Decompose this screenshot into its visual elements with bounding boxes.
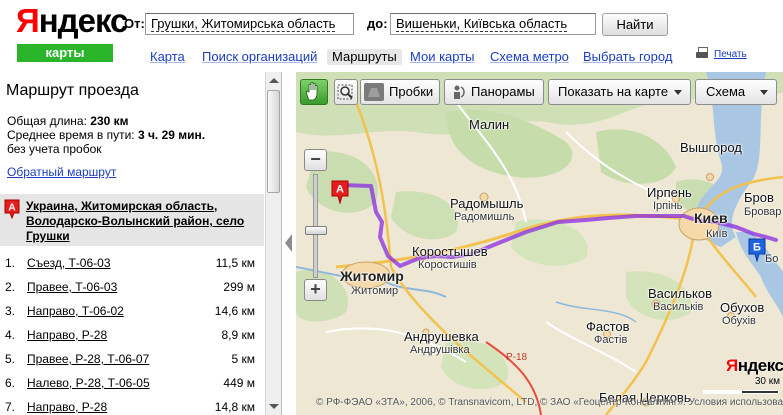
map-label-radomyshl-ua: Радомишль — [454, 211, 515, 223]
traffic-icon — [364, 83, 384, 101]
map-label-andrushivka: Андрушівка — [410, 344, 470, 356]
marker-a-icon: А — [4, 199, 20, 219]
scroll-down-icon[interactable] — [269, 404, 279, 409]
map-label-brovary: Бров — [744, 190, 774, 205]
to-label: до: — [367, 16, 388, 31]
from-label: От: — [124, 16, 145, 31]
marker-a-icon[interactable]: А — [331, 180, 349, 204]
map-type-dropdown[interactable]: Схема — [695, 79, 777, 105]
magnifier-tool-button[interactable] — [334, 79, 358, 105]
find-button[interactable]: Найти — [602, 13, 668, 36]
collapse-panel-icon[interactable] — [285, 234, 292, 252]
svg-text:Б: Б — [753, 242, 761, 254]
map-view[interactable]: Малин Вышгород Ирпень Ірпінь Радомышль Р… — [296, 72, 783, 415]
yandex-logo[interactable]: Яндекс — [16, 2, 128, 40]
map-label-kyiv: Київ — [706, 228, 728, 240]
route-panel: Маршрут проезда Общая длина: 230 км Сред… — [0, 72, 282, 415]
header: Яндекс карты От: Грушки, Житомирська обл… — [0, 0, 783, 72]
zoom-in-button[interactable]: + — [304, 279, 327, 301]
map-label-andrushevka: Андрушевка — [404, 329, 479, 344]
svg-text:А: А — [8, 203, 15, 214]
map-label-korostyshiv: Коростишів — [418, 259, 477, 271]
map-label-malin: Малин — [469, 117, 510, 132]
scroll-up-icon[interactable] — [269, 78, 279, 83]
drag-tool-button[interactable] — [300, 79, 328, 105]
scroll-thumb[interactable] — [267, 90, 280, 193]
panel-title: Маршрут проезда — [6, 82, 139, 99]
panoramas-button[interactable]: Панорамы — [444, 79, 544, 105]
map-label-zhitomir: Житомир — [340, 268, 404, 284]
map-label-vasylkiv: Васильків — [653, 301, 704, 313]
svg-text:А: А — [336, 184, 344, 196]
route-step[interactable]: 7. Направо, Р-28 14,8 км — [0, 400, 264, 415]
route-step[interactable]: 1. Съезд, Т-06-03 11,5 км — [0, 256, 264, 272]
map-label-kiev: Киев — [694, 210, 728, 226]
route-step[interactable]: 5. Правее, Р-28, Т-06-07 5 км — [0, 352, 264, 368]
nav-metro[interactable]: Схема метро — [490, 49, 569, 65]
map-label-bo: Бо — [765, 253, 779, 265]
nav-routes[interactable]: Маршруты — [327, 49, 402, 65]
reverse-route-link[interactable]: Обратный маршрут — [7, 165, 116, 179]
chevron-down-icon — [760, 90, 768, 95]
map-label-korostyshev: Коростышев — [412, 244, 488, 259]
nav-my-maps[interactable]: Мои карты — [410, 49, 475, 65]
magnifier-icon — [337, 84, 353, 100]
start-point[interactable]: А Украина, Житомирская область, Володарс… — [0, 194, 264, 246]
scale-bar — [703, 390, 779, 394]
zoom-out-button[interactable]: − — [304, 149, 327, 171]
map-yandex-logo: Яндекс — [726, 356, 783, 375]
map-label-brovary-ua: Бровар — [744, 206, 782, 218]
show-on-map-dropdown[interactable]: Показать на карте — [548, 79, 691, 105]
map-label-vasilkov: Васильков — [648, 286, 712, 301]
map-background — [296, 72, 783, 415]
map-label-radomyshl: Радомышль — [450, 196, 524, 211]
nav-map[interactable]: Карта — [150, 49, 185, 65]
zoom-slider-thumb[interactable] — [305, 226, 327, 235]
map-label-obukhov: Обухов — [720, 300, 765, 315]
map-label-obukhiv: Обухів — [722, 315, 756, 327]
hand-icon — [306, 81, 318, 101]
map-label-fastov: Фастов — [586, 319, 630, 334]
route-step[interactable]: 2. Правее, Т-06-03 299 м — [0, 280, 264, 296]
from-input[interactable]: Грушки, Житомирська область — [145, 13, 354, 35]
map-label-irpen: Ирпень — [647, 185, 692, 200]
printer-icon — [696, 47, 708, 59]
map-label-vyshgorod: Вышгород — [680, 140, 742, 155]
traffic-button[interactable]: Пробки — [360, 79, 440, 105]
route-step[interactable]: 6. Налево, Р-28, Т-06-05 449 м — [0, 376, 264, 392]
map-label-zhytomyr: Житомир — [351, 285, 399, 297]
route-step[interactable]: 4. Направо, Р-28 8,9 км — [0, 328, 264, 344]
map-label-fastiv: Фастів — [594, 334, 628, 346]
route-step[interactable]: 3. Направо, Т-06-02 14,6 км — [0, 304, 264, 320]
to-input[interactable]: Вишеньки, Київська область — [390, 13, 596, 35]
nav-choose-city[interactable]: Выбрать город — [583, 49, 672, 65]
zoom-control: − + — [304, 149, 328, 302]
marker-b-icon[interactable]: Б — [748, 238, 766, 262]
chevron-down-icon — [674, 90, 682, 95]
map-copyright[interactable]: © РФ-ФЭАО «ЗТА», 2006, © Transnavicom, L… — [316, 397, 783, 408]
panel-scrollbar[interactable] — [265, 72, 281, 415]
start-address: Украина, Житомирская область, Володарско… — [26, 199, 245, 243]
map-label-irpin: Ірпінь — [653, 200, 683, 212]
map-label-road: Р-18 — [506, 352, 528, 363]
panorama-icon — [454, 85, 465, 99]
route-summary: Общая длина: 230 км Среднее время в пути… — [7, 114, 206, 156]
scale-label: 30 км — [754, 376, 780, 387]
service-badge[interactable]: карты — [17, 44, 113, 62]
print-link[interactable]: Печать — [696, 47, 747, 60]
nav-org-search[interactable]: Поиск организаций — [202, 49, 317, 65]
